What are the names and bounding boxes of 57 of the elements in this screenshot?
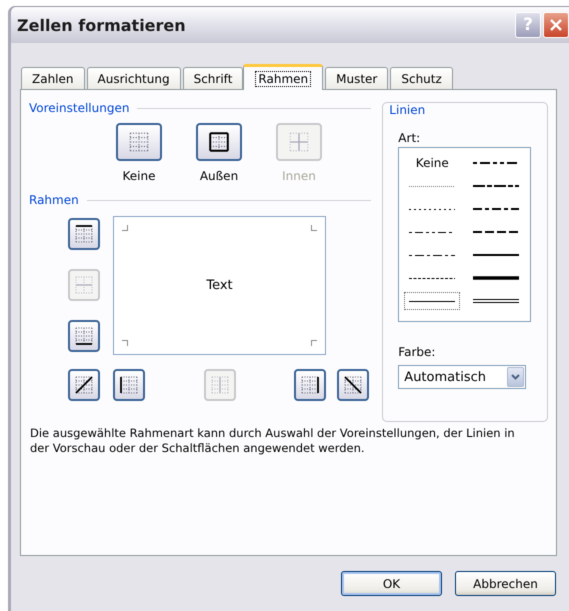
close-icon[interactable]: [549, 18, 563, 32]
border-button[interactable]: [68, 218, 100, 250]
border-grid-icon: [74, 224, 94, 244]
tab[interactable]: Zahlen: [21, 67, 85, 89]
corner-mark-icon: [311, 340, 317, 346]
description-text: Die ausgewählte Rahmenart kann durch Auswahl der Voreinstellungen, der Linien in der Vorschau oder der Schaltflächen angewendet werden.: [30, 426, 516, 456]
border-button[interactable]: [337, 369, 369, 401]
tab[interactable]: Schrift: [182, 67, 244, 89]
line-style-option[interactable]: [404, 292, 460, 310]
border-button[interactable]: [113, 369, 145, 401]
border-grid-icon: [288, 131, 310, 153]
border-grid-icon: [208, 131, 230, 153]
line-style-icon: [473, 299, 520, 303]
line-style-icon: [473, 185, 520, 187]
close-button[interactable]: [543, 12, 569, 38]
border-grid-icon: [74, 275, 94, 295]
line-style-icon: [473, 208, 520, 210]
preset-button[interactable]: [116, 123, 162, 161]
ok-button[interactable]: OK: [341, 571, 442, 596]
section-label: Voreinstellungen: [29, 101, 130, 115]
line-style-icon: [473, 254, 520, 256]
border-grid-icon: [74, 326, 94, 346]
window-title: Zellen formatieren: [16, 16, 187, 34]
preset-label: Keine: [122, 169, 156, 183]
border-grid-icon: [128, 131, 150, 153]
border-grid-icon: [119, 375, 139, 395]
border-button[interactable]: [294, 369, 326, 401]
corner-mark-icon: [311, 225, 317, 231]
line-style-icon: [409, 254, 456, 256]
preset-label: Innen: [282, 169, 316, 183]
group-label: Linien: [387, 103, 428, 117]
field-label: Art:: [398, 131, 422, 145]
corner-mark-icon: [122, 340, 128, 346]
preview-text: Text: [206, 278, 233, 293]
border-grid-icon: [343, 375, 363, 395]
border-button[interactable]: [68, 369, 100, 401]
cancel-button[interactable]: Abbrechen: [455, 571, 556, 596]
border-grid-icon: [210, 375, 230, 395]
corner-mark-icon: [122, 225, 128, 231]
preset-button[interactable]: [196, 123, 242, 161]
field-label: Farbe:: [398, 345, 436, 359]
tab[interactable]: Rahmen: [243, 64, 324, 90]
line-style-icon: [473, 162, 520, 164]
tab[interactable]: Muster: [325, 67, 388, 89]
tab[interactable]: Schutz: [390, 67, 453, 89]
section-label: Rahmen: [29, 193, 80, 207]
line-style-option[interactable]: Keine: [404, 154, 460, 172]
border-grid-icon: [300, 375, 320, 395]
border-button[interactable]: [68, 320, 100, 352]
tab[interactable]: Ausrichtung: [86, 67, 181, 89]
line-style-icon: [409, 300, 456, 302]
color-dropdown[interactable]: Automatisch: [398, 365, 526, 389]
line-style-icon: [473, 276, 520, 280]
line-style-icon: [409, 208, 456, 210]
line-style-icon: [473, 231, 520, 233]
border-grid-icon: [74, 375, 94, 395]
preset-label: Außen: [200, 169, 238, 183]
